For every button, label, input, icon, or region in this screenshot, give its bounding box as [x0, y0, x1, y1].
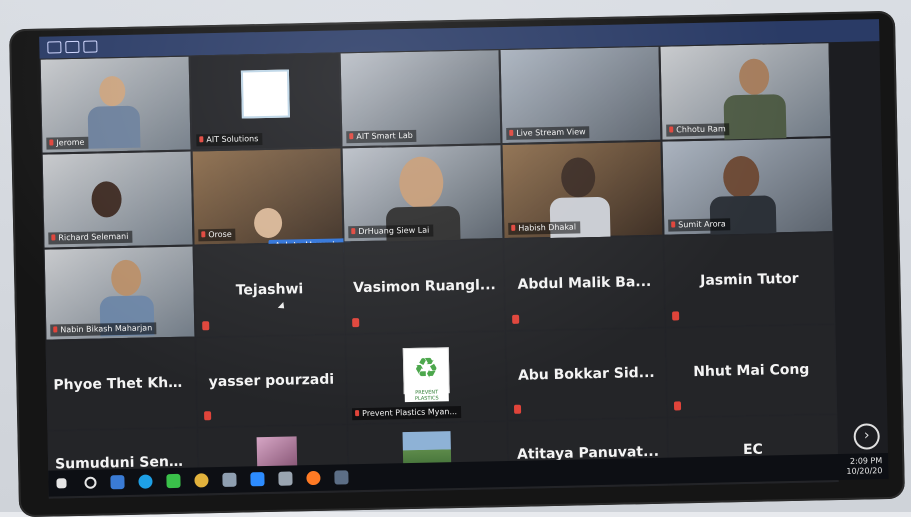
zoom-window: Jerome AIT Solutions AIT Smart Lab Live …: [39, 19, 889, 499]
participant-tile-abu-bokkar[interactable]: Abu Bokkar Sid...: [505, 327, 668, 421]
firefox-icon[interactable]: [306, 470, 321, 486]
participant-face: [98, 75, 126, 107]
participant-face: [738, 58, 770, 96]
participant-name: Prevent Plastics Myan...: [351, 405, 462, 421]
mic-off-icon: [204, 411, 212, 421]
participant-tile-prevent-plastics[interactable]: ♻ PREVENT PLASTICS Prevent Plastics Myan.…: [345, 331, 508, 425]
participant-face: [398, 156, 444, 210]
participant-tile-vasimon[interactable]: Vasimon Ruangl...: [343, 239, 506, 335]
participant-grid: Jerome AIT Solutions AIT Smart Lab Live …: [39, 41, 888, 499]
ait-solutions-logo: [240, 69, 290, 119]
chrome-icon[interactable]: [194, 473, 209, 488]
participant-body: [87, 105, 141, 149]
participant-name: yasser pourzadi: [208, 371, 335, 391]
participant-name: Chhotu Ram: [666, 123, 730, 137]
participant-face: [253, 207, 283, 239]
participant-tile-ait-smart-lab[interactable]: AIT Smart Lab: [339, 49, 502, 148]
participant-name: Nhut Mai Cong: [693, 361, 810, 381]
mouse-cursor: [277, 302, 287, 312]
participant-tile-tejashwi[interactable]: Tejashwi: [193, 242, 346, 338]
participant-name: Abu Bokkar Sid...: [517, 364, 655, 384]
participant-face: [91, 181, 122, 218]
participant-tile-sumit-arora[interactable]: Sumit Arora: [661, 137, 834, 236]
recycle-icon: ♻ PREVENT PLASTICS: [402, 347, 450, 403]
participant-tile-nhut[interactable]: Nhut Mai Cong: [665, 324, 838, 418]
participant-tile-chhotu-ram[interactable]: Chhotu Ram: [659, 42, 832, 141]
participant-name: Sumit Arora: [668, 218, 730, 232]
gallery-icon[interactable]: [83, 40, 98, 53]
clock-date: 10/20/20: [846, 466, 883, 476]
recycle-caption: PREVENT PLASTICS: [404, 389, 449, 403]
participant-body: [723, 94, 787, 141]
participant-name: Nabin Bikash Maharjan: [50, 322, 157, 337]
participant-tile-habish-dhakal[interactable]: Habish Dhakal: [501, 140, 664, 240]
participant-tile-jasmin[interactable]: Jasmin Tutor: [663, 232, 836, 328]
grid-icon[interactable]: [65, 40, 80, 54]
participant-tile-jerome[interactable]: Jerome: [39, 55, 192, 154]
mic-off-icon: [352, 318, 360, 328]
edge-icon[interactable]: [138, 474, 153, 489]
participant-face: [110, 259, 142, 297]
participant-tile-phyoe[interactable]: Phyoe Thet Khai...: [45, 337, 198, 431]
participant-name: AIT Solutions: [196, 133, 263, 147]
participant-name: Vasimon Ruangl...: [352, 277, 496, 297]
participant-tile-orose[interactable]: Orose Ask to Unmute ...: [191, 147, 351, 254]
line-icon[interactable]: [166, 473, 181, 489]
network-icon[interactable]: [222, 472, 237, 487]
participant-name: Orose: [198, 228, 236, 242]
explorer-icon[interactable]: [278, 471, 293, 486]
system-clock[interactable]: 2:09 PM 10/20/20: [846, 456, 882, 477]
participant-tile-richard-selemani[interactable]: Richard Selemani: [41, 150, 194, 249]
start-icon[interactable]: [56, 478, 67, 489]
mail-icon[interactable]: [110, 475, 125, 490]
zoom-icon[interactable]: [250, 472, 265, 487]
participant-name: DrHuang Siew Lai: [348, 224, 434, 239]
participant-name: Live Stream View: [506, 126, 590, 140]
participant-face: [560, 157, 596, 198]
mic-off-icon: [512, 314, 520, 324]
mic-off-icon: [673, 401, 682, 411]
participant-tile-ait-solutions[interactable]: AIT Solutions: [189, 52, 342, 151]
participant-name: Phyoe Thet Khai...: [53, 374, 196, 394]
participant-tile-yasser[interactable]: yasser pourzadi: [195, 334, 348, 428]
participant-name: Richard Selemani: [48, 230, 133, 245]
participant-name: Jasmin Tutor: [700, 270, 799, 289]
participant-tile-nabin[interactable]: Nabin Bikash Maharjan: [43, 245, 196, 341]
mic-off-icon: [513, 404, 522, 414]
participant-tile-live-stream[interactable]: Live Stream View: [499, 45, 662, 145]
app-icon[interactable]: [334, 470, 349, 485]
view-icon[interactable]: [47, 41, 62, 54]
participant-name: Tejashwi: [235, 281, 304, 299]
participant-name: Jerome: [46, 136, 89, 150]
mic-off-icon: [672, 311, 680, 321]
participant-name: Habish Dhakal: [508, 221, 581, 235]
participant-name: Abdul Malik Ba...: [517, 273, 652, 293]
participant-tile-abdul-malik[interactable]: Abdul Malik Ba...: [503, 235, 666, 332]
participant-face: [722, 155, 760, 199]
participant-tile-drhuang[interactable]: DrHuang Siew Lai: [341, 144, 504, 243]
search-icon[interactable]: [84, 476, 97, 489]
mic-off-icon: [202, 321, 210, 331]
participant-name: AIT Smart Lab: [346, 129, 417, 144]
monitor: Jerome AIT Solutions AIT Smart Lab Live …: [8, 10, 906, 517]
